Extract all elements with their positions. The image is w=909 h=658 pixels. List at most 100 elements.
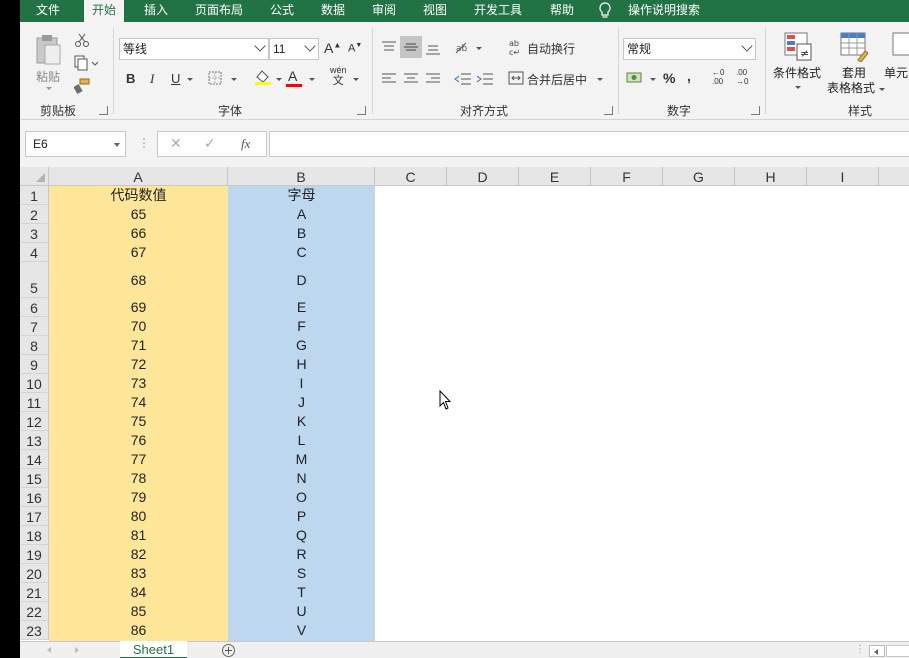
row-header[interactable]: 20	[20, 564, 49, 583]
cell-letter[interactable]: S	[228, 564, 375, 583]
tab-insert[interactable]: 插入	[138, 0, 174, 22]
cell-letter[interactable]: O	[228, 488, 375, 507]
row-header[interactable]: 8	[20, 336, 49, 355]
number-launcher[interactable]	[751, 106, 760, 115]
row-header[interactable]: 5	[20, 262, 49, 298]
cell-b1[interactable]: 字母	[228, 186, 375, 205]
clipboard-launcher[interactable]	[99, 106, 108, 115]
cell-letter[interactable]: C	[228, 243, 375, 262]
cell-letter[interactable]: Q	[228, 526, 375, 545]
underline-button[interactable]: U	[171, 71, 180, 86]
row-header[interactable]: 14	[20, 450, 49, 469]
bottom-align-icon[interactable]	[425, 42, 441, 56]
row-header[interactable]: 10	[20, 374, 49, 393]
row-header[interactable]: 12	[20, 412, 49, 431]
tab-page-layout[interactable]: 页面布局	[190, 0, 248, 22]
column-header-g[interactable]: G	[663, 167, 735, 186]
row-header[interactable]: 16	[20, 488, 49, 507]
row-header[interactable]: 17	[20, 507, 49, 526]
row-header[interactable]: 11	[20, 393, 49, 412]
cell-a1[interactable]: 代码数值	[49, 186, 228, 205]
cell-code[interactable]: 69	[49, 298, 228, 317]
tab-developer[interactable]: 开发工具	[468, 0, 528, 22]
column-header-e[interactable]: E	[519, 167, 591, 186]
font-size-select[interactable]: 11	[269, 38, 319, 60]
column-header-i[interactable]: I	[807, 167, 879, 186]
wrap-text-button[interactable]: 自动换行	[527, 40, 575, 57]
sheet-tab-sheet1[interactable]: Sheet1	[120, 641, 187, 658]
cell-code[interactable]: 86	[49, 621, 228, 640]
row-header[interactable]: 9	[20, 355, 49, 374]
row-header[interactable]: 1	[20, 186, 49, 205]
cell-letter[interactable]: P	[228, 507, 375, 526]
cell-letter[interactable]: L	[228, 431, 375, 450]
format-as-table-button[interactable]: 套用 表格格式	[824, 30, 885, 100]
tab-review[interactable]: 审阅	[366, 0, 402, 22]
cell-code[interactable]: 71	[49, 336, 228, 355]
accounting-format-icon[interactable]	[626, 70, 644, 86]
column-header-a[interactable]: A	[49, 167, 228, 186]
column-header-f[interactable]: F	[591, 167, 663, 186]
cell-letter[interactable]: J	[228, 393, 375, 412]
decrease-decimal-button[interactable]: .00 →0	[736, 68, 748, 86]
italic-button[interactable]: I	[150, 71, 154, 87]
insert-function-icon[interactable]: fx	[241, 136, 250, 152]
prev-sheet-icon[interactable]	[47, 647, 51, 653]
column-header-d[interactable]: D	[447, 167, 519, 186]
decrease-indent-icon[interactable]	[454, 71, 472, 87]
tab-data[interactable]: 数据	[315, 0, 351, 22]
format-painter-icon[interactable]	[74, 78, 90, 94]
percent-style-button[interactable]: %	[663, 70, 675, 86]
cell-code[interactable]: 65	[49, 205, 228, 224]
cell-code[interactable]: 77	[49, 450, 228, 469]
row-header[interactable]: 15	[20, 469, 49, 488]
scroll-left-button[interactable]	[869, 645, 885, 657]
cell-code[interactable]: 74	[49, 393, 228, 412]
cell-letter[interactable]: K	[228, 412, 375, 431]
orientation-icon[interactable]: ab	[454, 39, 474, 55]
scroll-thumb[interactable]	[886, 645, 909, 657]
cell-code[interactable]: 84	[49, 583, 228, 602]
font-launcher[interactable]	[357, 106, 366, 115]
decrease-font-button[interactable]: A▼	[348, 42, 362, 55]
cell-letter[interactable]: F	[228, 317, 375, 336]
add-sheet-icon[interactable]	[222, 644, 235, 657]
cell-code[interactable]: 66	[49, 224, 228, 243]
row-header[interactable]: 23	[20, 621, 49, 640]
horizontal-scrollbar[interactable]: ⋮	[855, 644, 909, 658]
row-header[interactable]: 21	[20, 583, 49, 602]
increase-indent-icon[interactable]	[476, 71, 494, 87]
font-name-select[interactable]: 等线	[119, 38, 269, 60]
cell-letter[interactable]: H	[228, 355, 375, 374]
row-header[interactable]: 6	[20, 298, 49, 317]
row-header[interactable]: 18	[20, 526, 49, 545]
align-left-icon[interactable]	[381, 72, 397, 86]
cell-code[interactable]: 75	[49, 412, 228, 431]
cell-letter[interactable]: D	[228, 262, 375, 298]
cell-code[interactable]: 73	[49, 374, 228, 393]
cell-code[interactable]: 81	[49, 526, 228, 545]
cell-code[interactable]: 76	[49, 431, 228, 450]
merge-center-button[interactable]: 合并后居中	[527, 71, 587, 88]
cut-icon[interactable]	[74, 32, 90, 48]
cell-code[interactable]: 79	[49, 488, 228, 507]
row-header[interactable]: 19	[20, 545, 49, 564]
next-sheet-icon[interactable]	[75, 647, 79, 653]
tab-file[interactable]: 文件	[30, 0, 66, 22]
number-format-select[interactable]: 常规	[623, 38, 756, 60]
row-header[interactable]: 7	[20, 317, 49, 336]
top-align-icon[interactable]	[381, 40, 397, 54]
cancel-icon[interactable]: ✕	[170, 135, 182, 152]
phonetic-button[interactable]: wén 文	[330, 66, 347, 88]
row-header[interactable]: 3	[20, 224, 49, 243]
formula-input[interactable]	[269, 131, 909, 157]
bold-button[interactable]: B	[126, 71, 135, 86]
cell-code[interactable]: 83	[49, 564, 228, 583]
cell-code[interactable]: 85	[49, 602, 228, 621]
fill-color-icon[interactable]	[254, 68, 272, 86]
increase-decimal-button[interactable]: ←0 .00	[712, 68, 724, 86]
row-header[interactable]: 2	[20, 205, 49, 224]
row-header[interactable]: 22	[20, 602, 49, 621]
alignment-launcher[interactable]	[604, 106, 613, 115]
column-header-c[interactable]: C	[375, 167, 447, 186]
